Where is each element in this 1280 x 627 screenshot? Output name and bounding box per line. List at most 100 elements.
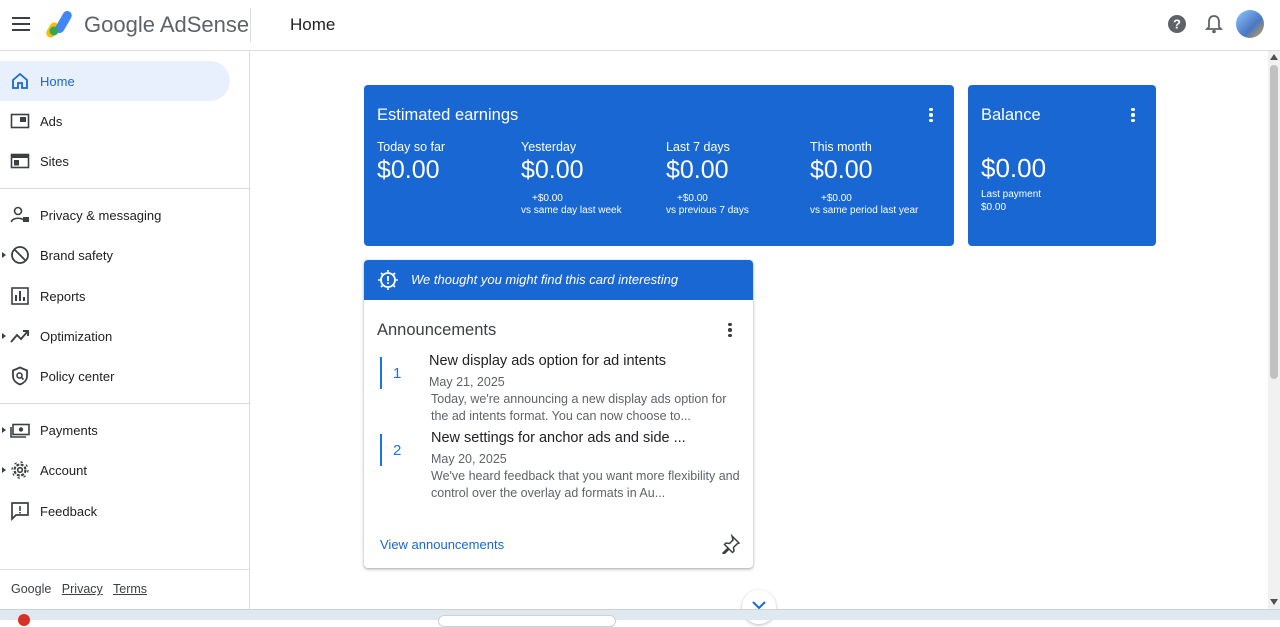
sidebar-divider (0, 569, 250, 570)
privacy-link[interactable]: Privacy (62, 582, 103, 596)
expand-caret-icon (2, 333, 6, 339)
announcements-card: We thought you might find this card inte… (364, 260, 753, 568)
pin-icon[interactable] (721, 533, 741, 556)
metric-today: Today so far $0.00 (377, 140, 517, 185)
sidebar-item-brand-safety[interactable]: Brand safety (0, 235, 230, 275)
kebab-icon[interactable] (1123, 105, 1143, 125)
sidebar-item-label: Optimization (40, 329, 113, 344)
taskbar-search-box[interactable] (438, 615, 616, 627)
metric-last-7-days: Last 7 days $0.00 +$0.00 vs previous 7 d… (666, 140, 806, 216)
earnings-title: Estimated earnings (377, 106, 519, 124)
metric-this-month: This month $0.00 +$0.00 vs same period l… (810, 140, 950, 216)
account-icon (10, 460, 30, 480)
sidebar-item-label: Policy center (40, 369, 115, 384)
svg-text:?: ? (1173, 17, 1181, 32)
sidebar-item-label: Brand safety (40, 248, 113, 263)
optimization-icon (10, 326, 30, 346)
sidebar-item-payments[interactable]: Payments (0, 410, 230, 450)
sidebar-divider (0, 188, 250, 189)
metric-label: This month (810, 140, 872, 154)
header-divider (250, 8, 251, 42)
sidebar-item-feedback[interactable]: Feedback (0, 491, 230, 531)
terms-link[interactable]: Terms (113, 582, 147, 596)
last-payment-label: Last payment (981, 189, 1042, 200)
help-icon[interactable]: ? (1165, 12, 1189, 36)
scroll-down-arrow-icon[interactable] (1270, 599, 1278, 605)
kebab-icon[interactable] (720, 320, 740, 340)
sidebar-item-label: Reports (40, 289, 86, 304)
metric-value: $0.00 (521, 156, 584, 184)
balance-card[interactable]: Balance $0.00 Last payment $0.00 (968, 85, 1156, 246)
announcement-number: 1 (393, 365, 402, 382)
expand-caret-icon (2, 252, 6, 258)
sidebar-item-privacy[interactable]: Privacy & messaging (0, 195, 230, 235)
sidebar-item-ads[interactable]: Ads (0, 101, 230, 141)
announcement-date: May 20, 2025 (431, 452, 507, 466)
sidebar-item-label: Payments (40, 423, 98, 438)
ads-icon (10, 111, 30, 131)
item-accent-bar (380, 434, 382, 466)
lightbulb-icon (377, 269, 399, 291)
sidebar-item-label: Account (40, 463, 87, 478)
last-payment: Last payment $0.00 (981, 188, 1041, 214)
estimated-earnings-card[interactable]: Estimated earnings Today so far $0.00 Ye… (364, 85, 954, 246)
announcement-description: Today, we're announcing a new display ad… (431, 392, 727, 423)
home-icon (10, 71, 30, 91)
top-app-bar: Google AdSense Home ? (0, 0, 1280, 51)
expand-caret-icon (2, 427, 6, 433)
announcement-date: May 21, 2025 (429, 375, 505, 389)
kebab-icon[interactable] (921, 105, 941, 125)
metric-label: Today so far (377, 140, 446, 154)
policy-icon (10, 366, 30, 386)
metric-value: $0.00 (377, 156, 440, 184)
metric-value: $0.00 (666, 156, 729, 184)
sidebar-item-label: Ads (40, 114, 63, 129)
sidebar-item-account[interactable]: Account (0, 450, 230, 490)
sidebar-item-label: Privacy & messaging (40, 208, 162, 223)
sidebar-item-label: Sites (40, 154, 69, 169)
sidebar-item-reports[interactable]: Reports (0, 276, 230, 316)
bell-icon[interactable] (1202, 12, 1226, 36)
sidebar-item-sites[interactable]: Sites (0, 141, 230, 181)
metric-comparison: vs same period last year (810, 205, 919, 216)
expand-caret-icon (2, 467, 6, 473)
item-accent-bar (380, 357, 382, 389)
brand-safety-icon (10, 245, 30, 265)
announcement-title[interactable]: New display ads option for ad intents (429, 353, 666, 369)
menu-icon[interactable] (8, 10, 34, 38)
google-footer-text: Google (11, 582, 52, 596)
page-title: Home (290, 15, 336, 34)
metric-label: Last 7 days (666, 140, 730, 154)
adsense-logo-icon[interactable] (46, 8, 76, 38)
sidebar-item-label: Feedback (40, 504, 98, 519)
last-payment-value: $0.00 (981, 202, 1007, 213)
os-taskbar (0, 609, 1280, 627)
sidebar-item-label: Home (40, 74, 75, 89)
sidebar-item-policy-center[interactable]: Policy center (0, 356, 230, 396)
card-hint-banner: We thought you might find this card inte… (364, 260, 753, 300)
avatar[interactable] (1236, 10, 1264, 38)
sidebar-item-home[interactable]: Home (0, 61, 230, 101)
announcement-title[interactable]: New settings for anchor ads and side ... (431, 430, 686, 446)
metric-delta: +$0.00 (821, 193, 852, 204)
sidebar-divider (0, 403, 250, 404)
sites-icon (10, 151, 30, 171)
sidebar-footer: Google Privacy Terms (11, 582, 154, 596)
feedback-icon (10, 501, 30, 522)
announcement-number: 2 (393, 442, 402, 459)
sidebar-item-optimization[interactable]: Optimization (0, 316, 230, 356)
scroll-up-arrow-icon[interactable] (1270, 54, 1278, 60)
view-announcements-link[interactable]: View announcements (380, 537, 504, 552)
announcement-description: We've heard feedback that you want more … (431, 469, 740, 500)
sidebar-nav: Home Ads Sites Privacy & messaging Brand… (0, 51, 250, 609)
taskbar-app-icon[interactable] (18, 614, 30, 626)
metric-delta: +$0.00 (532, 193, 563, 204)
balance-title: Balance (981, 106, 1041, 124)
brand-name[interactable]: Google AdSense (84, 12, 249, 38)
scrollbar-thumb[interactable] (1270, 65, 1278, 379)
metric-label: Yesterday (521, 140, 577, 154)
page-scrollbar[interactable] (1268, 51, 1280, 609)
hint-text: We thought you might find this card inte… (411, 272, 679, 287)
reports-icon (10, 286, 30, 306)
metric-comparison: vs same day last week (521, 205, 622, 216)
